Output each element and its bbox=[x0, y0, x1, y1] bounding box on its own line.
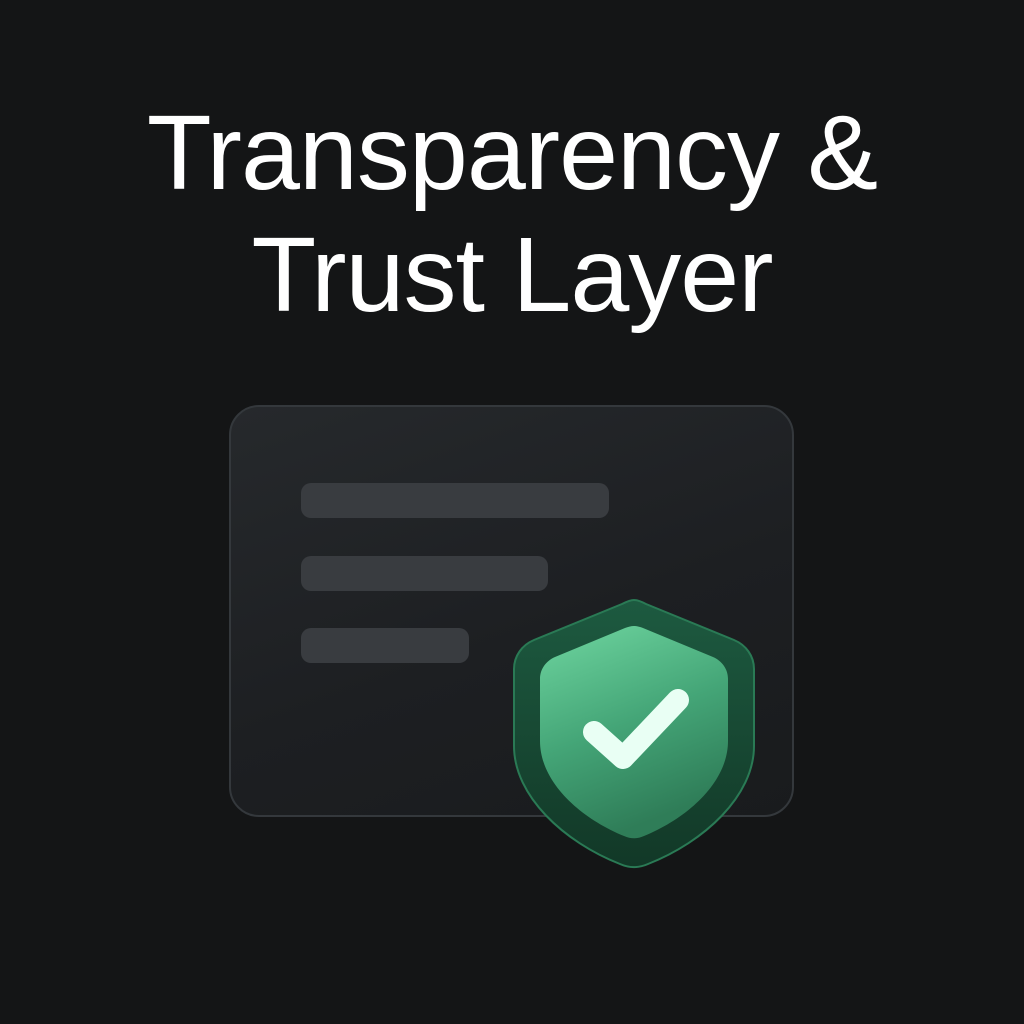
page-title: Transparency & Trust Layer bbox=[0, 92, 1024, 336]
title-line-1: Transparency & bbox=[146, 94, 878, 212]
illustration-canvas: Transparency & Trust Layer bbox=[0, 0, 1024, 1024]
text-placeholder-line bbox=[301, 556, 548, 591]
text-placeholder-line bbox=[301, 483, 609, 518]
title-line-2: Trust Layer bbox=[251, 216, 773, 334]
shield-check-icon bbox=[513, 598, 755, 868]
text-placeholder-line bbox=[301, 628, 469, 663]
